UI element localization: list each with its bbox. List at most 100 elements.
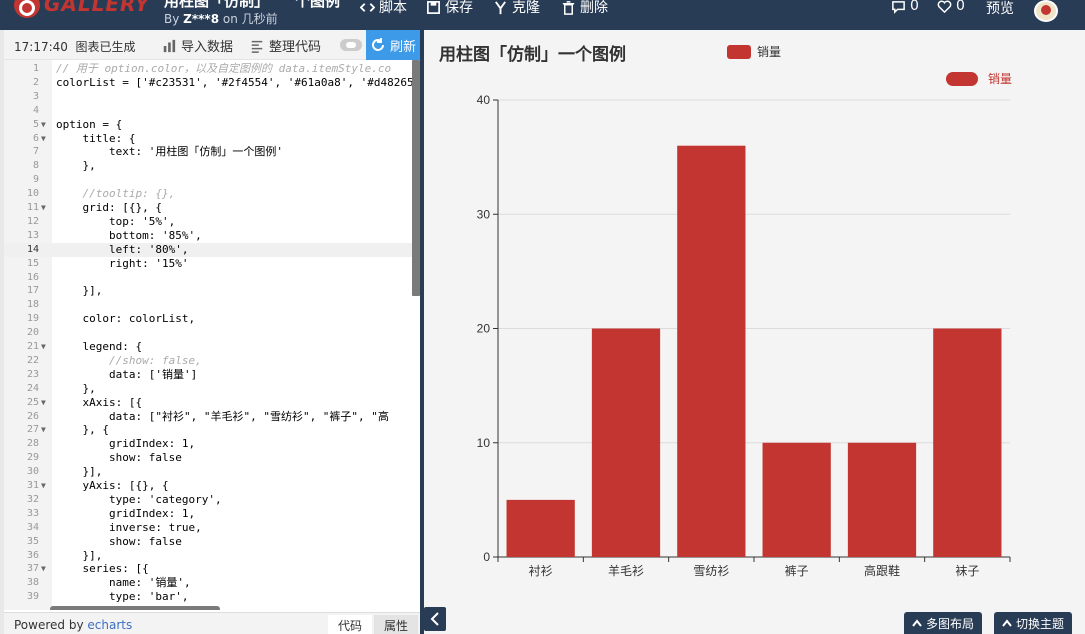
- code-line[interactable]: 27 ▼ }, {: [4, 423, 420, 437]
- collapse-editor-button[interactable]: [424, 607, 446, 631]
- comment-button[interactable]: 0: [891, 0, 919, 14]
- code-line[interactable]: 36 }],: [4, 549, 420, 563]
- fold-arrow-icon[interactable]: ▼: [41, 423, 49, 437]
- code-line[interactable]: 25 ▼ xAxis: [{: [4, 396, 420, 410]
- format-code-button[interactable]: 整理代码: [250, 36, 321, 55]
- auto-run-toggle[interactable]: [340, 39, 362, 51]
- fold-arrow-icon[interactable]: ▼: [41, 132, 49, 146]
- line-number: 17: [26, 285, 39, 297]
- code-text: }, {: [56, 423, 109, 437]
- user-avatar[interactable]: [1034, 0, 1058, 22]
- like-button[interactable]: 0: [937, 0, 965, 14]
- code-line[interactable]: 30 }],: [4, 465, 420, 479]
- top-navbar: GALLERY 用柱图「仿制」 个图例 By Z***8 on 几秒前 脚本 保…: [0, 0, 1085, 30]
- delete-label: 删除: [580, 0, 608, 16]
- line-number: 3: [32, 90, 39, 102]
- code-line[interactable]: 29 show: false: [4, 451, 420, 465]
- code-line[interactable]: 15 right: '15%': [4, 257, 420, 271]
- line-number: 8: [32, 160, 39, 172]
- code-line[interactable]: 21 ▼ legend: {: [4, 340, 420, 354]
- gallery-logo[interactable]: GALLERY: [14, 0, 150, 22]
- trash-icon: [562, 0, 575, 15]
- script-button[interactable]: 脚本: [360, 0, 407, 17]
- line-number: 18: [26, 299, 39, 311]
- fold-arrow-icon[interactable]: ▼: [41, 118, 49, 132]
- code-line[interactable]: 8 },: [4, 159, 420, 173]
- code-line[interactable]: 17 }],: [4, 284, 420, 298]
- save-button[interactable]: 保存: [426, 0, 473, 17]
- refresh-button[interactable]: 刷新: [366, 30, 420, 60]
- code-text: color: colorList,: [56, 312, 196, 326]
- editor-vertical-scrollbar[interactable]: [412, 60, 420, 296]
- code-line[interactable]: 3: [4, 90, 420, 104]
- code-text: bottom: '85%',: [56, 228, 202, 242]
- code-line[interactable]: 4: [4, 104, 420, 118]
- code-line[interactable]: 18: [4, 298, 420, 312]
- code-line[interactable]: 35 show: false: [4, 535, 420, 549]
- y-tick-label: 20: [477, 322, 491, 336]
- code-line[interactable]: 2 colorList = ['#c23531', '#2f4554', '#61…: [4, 76, 420, 90]
- bar: [506, 499, 575, 557]
- code-line[interactable]: 26 data: ["衬衫", "羊毛衫", "雪纺衫", "裤子", "高: [4, 410, 420, 424]
- code-text: //show: false,: [56, 353, 202, 367]
- code-text: right: '15%': [56, 256, 189, 270]
- code-line[interactable]: 31 ▼ yAxis: [{}, {: [4, 479, 420, 493]
- code-line[interactable]: 24 },: [4, 382, 420, 396]
- logo-text: GALLERY: [44, 0, 151, 16]
- code-text: xAxis: [{: [56, 395, 143, 409]
- code-line[interactable]: 22 //show: false,: [4, 354, 420, 368]
- code-line[interactable]: 28 gridIndex: 1,: [4, 437, 420, 451]
- author-name[interactable]: Z***8: [183, 12, 219, 26]
- code-line[interactable]: 10 //tooltip: {},: [4, 187, 420, 201]
- code-line[interactable]: 9: [4, 173, 420, 187]
- code-line[interactable]: 23 data: ['销量']: [4, 368, 420, 382]
- code-text: data: ['销量']: [56, 367, 198, 381]
- page: GALLERY 用柱图「仿制」 个图例 By Z***8 on 几秒前 脚本 保…: [0, 0, 1085, 634]
- import-data-label: 导入数据: [181, 40, 234, 55]
- code-line[interactable]: 20: [4, 326, 420, 340]
- code-line[interactable]: 37 ▼ series: [{: [4, 562, 420, 576]
- code-line[interactable]: 16: [4, 271, 420, 285]
- x-tick-label: 羊毛衫: [608, 563, 644, 578]
- code-editor[interactable]: 1 // 用于 option.color，以及自定图例的 data.itemSty…: [4, 60, 420, 610]
- echarts-link[interactable]: echarts: [87, 618, 132, 632]
- code-line[interactable]: 5 ▼ option = {: [4, 118, 420, 132]
- code-line[interactable]: 6 ▼ title: {: [4, 132, 420, 146]
- line-number: 35: [26, 535, 39, 547]
- code-line[interactable]: 39 type: 'bar',: [4, 590, 420, 604]
- tab-code[interactable]: 代码: [328, 615, 372, 634]
- code-line[interactable]: 14 left: '80%',: [4, 242, 420, 257]
- fold-arrow-icon[interactable]: ▼: [41, 396, 49, 410]
- code-text: top: '5%',: [56, 214, 176, 228]
- code-line[interactable]: 19 color: colorList,: [4, 312, 420, 326]
- code-line[interactable]: 34 inverse: true,: [4, 521, 420, 535]
- multi-layout-button[interactable]: 多图布局: [904, 612, 983, 634]
- code-text: legend: {: [56, 340, 143, 353]
- like-count: 0: [956, 0, 965, 14]
- delete-button[interactable]: 删除: [561, 0, 608, 17]
- line-number: 12: [26, 215, 39, 227]
- line-number: 13: [26, 229, 39, 241]
- line-number: 27: [26, 424, 39, 436]
- code-line[interactable]: 33 gridIndex: 1,: [4, 507, 420, 521]
- fork-button[interactable]: 克隆: [493, 0, 540, 17]
- editor-horizontal-scrollbar[interactable]: [50, 606, 220, 610]
- code-line[interactable]: 7 text: '用柱图「仿制」一个图例': [4, 145, 420, 159]
- preview-button[interactable]: 预览: [986, 0, 1014, 18]
- fold-arrow-icon[interactable]: ▼: [41, 479, 49, 493]
- code-line[interactable]: 1 // 用于 option.color，以及自定图例的 data.itemSty…: [4, 62, 420, 76]
- switch-theme-button[interactable]: 切换主题: [994, 612, 1073, 634]
- line-number: 25: [26, 396, 39, 408]
- code-line[interactable]: 11 ▼ grid: [{}, {: [4, 201, 420, 215]
- code-text: option = {: [56, 117, 123, 131]
- tab-properties[interactable]: 属性: [374, 615, 418, 634]
- fold-arrow-icon[interactable]: ▼: [41, 201, 49, 215]
- bar: [677, 145, 746, 557]
- fold-arrow-icon[interactable]: ▼: [41, 562, 49, 576]
- code-line[interactable]: 32 type: 'category',: [4, 493, 420, 507]
- code-line[interactable]: 38 name: '销量',: [4, 576, 420, 590]
- code-line[interactable]: 12 top: '5%',: [4, 215, 420, 229]
- import-data-button[interactable]: 导入数据: [162, 36, 233, 55]
- fold-arrow-icon[interactable]: ▼: [41, 340, 49, 354]
- code-line[interactable]: 13 bottom: '85%',: [4, 229, 420, 243]
